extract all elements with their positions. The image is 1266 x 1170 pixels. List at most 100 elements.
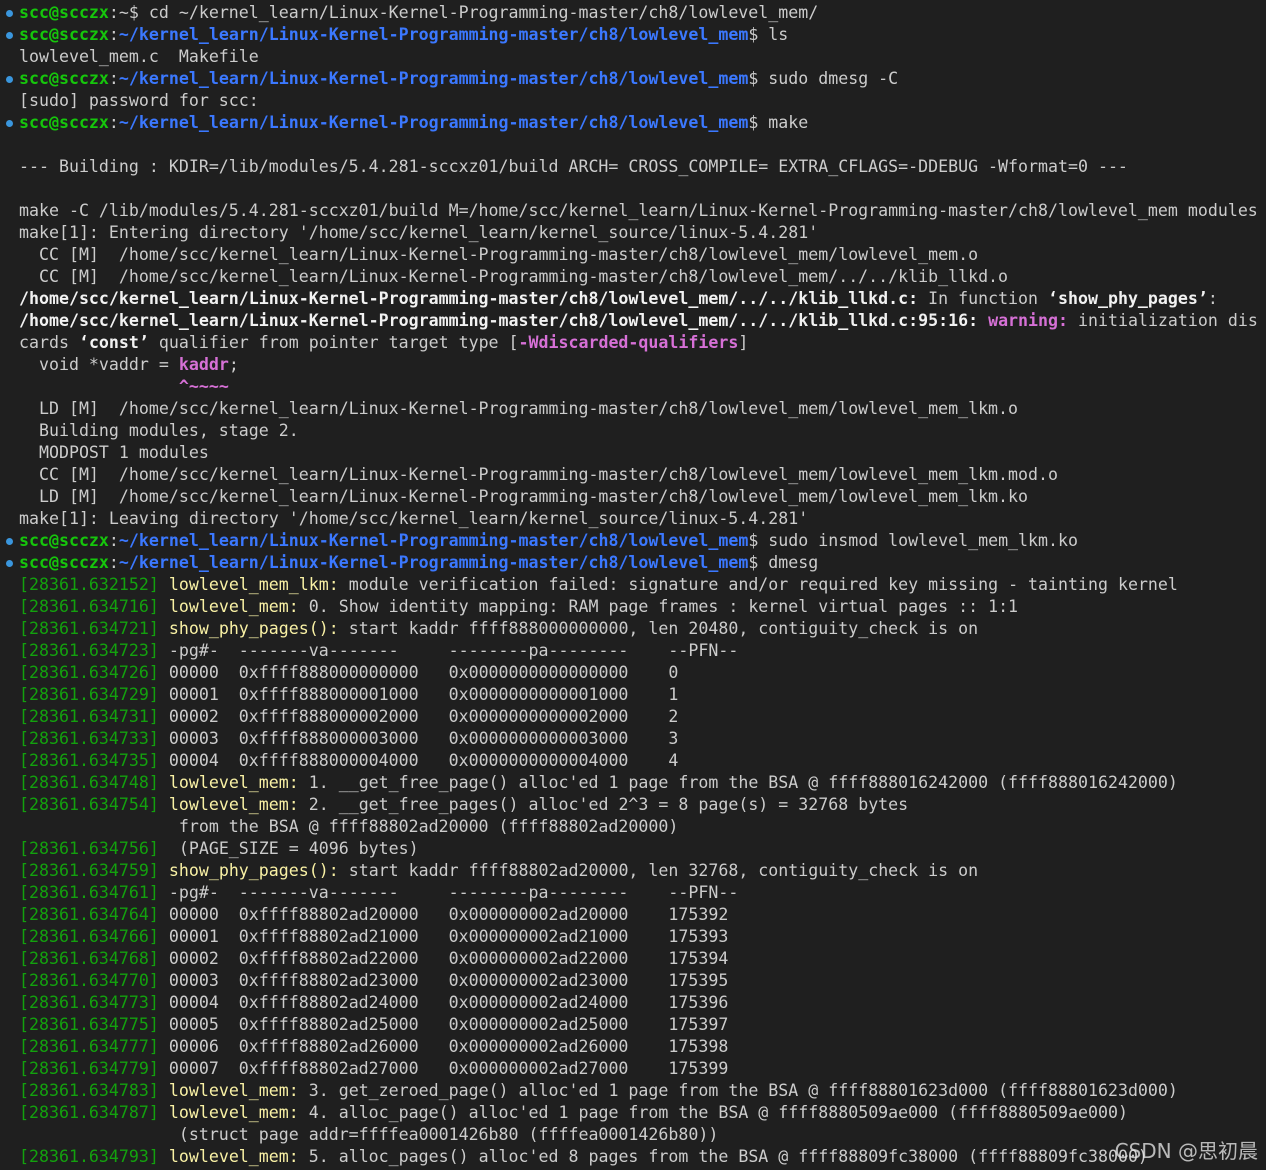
line-text-segment: [28361.634721]	[19, 619, 159, 638]
line-text-segment: 00007 0xffff88802ad27000 0x000000002ad27…	[158, 1059, 729, 1078]
output-line: [28361.634726] 00000 0xffff888000000000 …	[19, 662, 678, 684]
output-line: [28361.634773] 00004 0xffff88802ad24000 …	[19, 992, 728, 1014]
line-text-segment: [28361.634756]	[19, 839, 159, 858]
line-text-segment: Building modules, stage 2.	[19, 421, 299, 440]
line-text-segment	[159, 795, 169, 814]
command-status-dot-icon[interactable]	[6, 538, 13, 545]
csdn-watermark: CSDN @思初晨	[1114, 1139, 1258, 1163]
line-text-segment	[159, 861, 169, 880]
line-text-segment: [28361.634770]	[19, 971, 159, 990]
line-text-segment: [28361.634766]	[19, 927, 159, 946]
line-text-segment: -Wdiscarded-qualifiers	[518, 333, 739, 352]
line-text-segment: cards	[19, 333, 79, 352]
line-text-segment: [28361.634764]	[19, 905, 159, 924]
output-line: lowlevel_mem.c Makefile	[19, 46, 259, 68]
output-line: [28361.634754] lowlevel_mem: 2. __get_fr…	[19, 794, 908, 816]
line-text-segment: ~/kernel_learn/Linux-Kernel-Programming-…	[118, 553, 749, 572]
line-text-segment: 1. __get_free_page() alloc'ed 1 page fro…	[298, 773, 1178, 792]
output-line: MODPOST 1 modules	[19, 442, 209, 464]
line-text-segment: ‘show_phy_pages’	[1048, 289, 1208, 308]
line-text-segment: 00001 0xffff88802ad21000 0x000000002ad21…	[158, 927, 729, 946]
line-text-segment: [28361.634787]	[19, 1103, 159, 1122]
line-text-segment: lowlevel_mem:	[168, 1103, 299, 1122]
line-text-segment: :	[108, 553, 119, 572]
output-line: [28361.632152] lowlevel_mem_lkm: module …	[19, 574, 1178, 596]
output-line: [28361.634787] lowlevel_mem: 4. alloc_pa…	[19, 1102, 1128, 1124]
line-text-segment	[159, 1081, 169, 1100]
line-text-segment: lowlevel_mem.c Makefile	[19, 47, 259, 66]
terminal-window[interactable]: scc@scczx:~$ cd ~/kernel_learn/Linux-Ker…	[0, 0, 1266, 1170]
line-text-segment: 00000 0xffff88802ad20000 0x000000002ad20…	[158, 905, 729, 924]
line-text-segment: ‘const’	[78, 333, 149, 352]
line-text-segment: MODPOST 1 modules	[19, 443, 209, 462]
line-text-segment: [28361.632152]	[19, 575, 159, 594]
line-text-segment: scc@scczx	[19, 3, 109, 22]
line-text-segment: start kaddr ffff88802ad20000, len 32768,…	[338, 861, 979, 880]
line-text-segment	[159, 1103, 169, 1122]
line-text-segment: :	[1207, 289, 1218, 308]
line-text-segment: lowlevel_mem:	[168, 795, 299, 814]
line-text-segment	[19, 377, 179, 396]
line-text-segment: [28361.634723]	[19, 641, 159, 660]
line-text-segment: lowlevel_mem_lkm:	[168, 575, 339, 594]
line-text-segment: $ ls	[748, 25, 789, 44]
line-text-segment: 00001 0xffff888000001000 0x0000000000001…	[158, 685, 679, 704]
output-line: [28361.634756] (PAGE_SIZE = 4096 bytes)	[19, 838, 419, 860]
output-line: [28361.634764] 00000 0xffff88802ad20000 …	[19, 904, 728, 926]
line-text-segment: :~$ cd ~/kernel_learn/Linux-Kernel-Progr…	[108, 3, 819, 22]
line-text-segment: 00005 0xffff88802ad25000 0x000000002ad25…	[158, 1015, 729, 1034]
output-line: make[1]: Entering directory '/home/scc/k…	[19, 222, 818, 244]
line-text-segment: :	[108, 25, 119, 44]
line-text-segment: ~/kernel_learn/Linux-Kernel-Programming-…	[118, 69, 749, 88]
line-text-segment: [28361.634726]	[19, 663, 159, 682]
line-text-segment: make[1]: Leaving directory '/home/scc/ke…	[19, 509, 809, 528]
output-line: LD [M] /home/scc/kernel_learn/Linux-Kern…	[19, 486, 1028, 508]
line-text-segment: 00006 0xffff88802ad26000 0x000000002ad26…	[158, 1037, 729, 1056]
output-line: [28361.634723] -pg#- -------va------- --…	[19, 640, 738, 662]
output-line: [28361.634729] 00001 0xffff888000001000 …	[19, 684, 678, 706]
output-line: [28361.634783] lowlevel_mem: 3. get_zero…	[19, 1080, 1178, 1102]
line-text-segment: scc@scczx	[19, 113, 109, 132]
output-line: make[1]: Leaving directory '/home/scc/ke…	[19, 508, 808, 530]
line-text-segment: [28361.634761]	[19, 883, 159, 902]
command-status-dot-icon[interactable]	[6, 76, 13, 83]
line-text-segment: scc@scczx	[19, 553, 109, 572]
output-line: --- Building : KDIR=/lib/modules/5.4.281…	[19, 156, 1128, 178]
line-text-segment: scc@scczx	[19, 25, 109, 44]
line-text-segment	[159, 575, 169, 594]
output-line: [sudo] password for scc:	[19, 90, 259, 112]
line-text-segment: 00004 0xffff88802ad24000 0x000000002ad24…	[158, 993, 729, 1012]
line-text-segment: initialization dis	[1068, 311, 1258, 330]
output-line: [28361.634716] lowlevel_mem: 0. Show ide…	[19, 596, 1018, 618]
line-text-segment: /home/scc/kernel_learn/Linux-Kernel-Prog…	[19, 311, 979, 330]
line-text-segment: [28361.634768]	[19, 949, 159, 968]
output-line: [28361.634748] lowlevel_mem: 1. __get_fr…	[19, 772, 1178, 794]
line-text-segment: [28361.634754]	[19, 795, 159, 814]
line-text-segment: [28361.634783]	[19, 1081, 159, 1100]
command-status-dot-icon[interactable]	[6, 560, 13, 567]
line-text-segment: [28361.634777]	[19, 1037, 159, 1056]
line-text-segment: 2. __get_free_pages() alloc'ed 2^3 = 8 p…	[298, 795, 909, 814]
command-status-dot-icon[interactable]	[6, 120, 13, 127]
line-text-segment: lowlevel_mem:	[168, 1147, 299, 1166]
line-text-segment: module verification failed: signature an…	[338, 575, 1178, 594]
line-text-segment: (struct page addr=ffffea0001426b80 (ffff…	[19, 1125, 719, 1144]
line-text-segment: -pg#- -------va------- --------pa-------…	[158, 641, 739, 660]
line-text-segment: 00002 0xffff888000002000 0x0000000000002…	[158, 707, 679, 726]
line-text-segment: LD [M] /home/scc/kernel_learn/Linux-Kern…	[19, 487, 1029, 506]
command-status-dot-icon[interactable]	[6, 32, 13, 39]
output-line: CC [M] /home/scc/kernel_learn/Linux-Kern…	[19, 266, 1008, 288]
line-text-segment: [28361.634733]	[19, 729, 159, 748]
line-text-segment: void *vaddr =	[19, 355, 179, 374]
line-text-segment: [28361.634775]	[19, 1015, 159, 1034]
line-text-segment: -pg#- -------va------- --------pa-------…	[158, 883, 739, 902]
line-text-segment: scc@scczx	[19, 531, 109, 550]
line-text-segment: make -C /lib/modules/5.4.281-sccxz01/bui…	[19, 201, 1258, 220]
command-status-dot-icon[interactable]	[6, 10, 13, 17]
line-text-segment: 00000 0xffff888000000000 0x0000000000000…	[158, 663, 679, 682]
line-text-segment: qualifier from pointer target type [	[148, 333, 519, 352]
output-line: [28361.634775] 00005 0xffff88802ad25000 …	[19, 1014, 728, 1036]
output-line: ^~~~~	[19, 376, 229, 398]
output-line: /home/scc/kernel_learn/Linux-Kernel-Prog…	[19, 288, 1218, 310]
line-text-segment: show_phy_pages():	[168, 861, 339, 880]
